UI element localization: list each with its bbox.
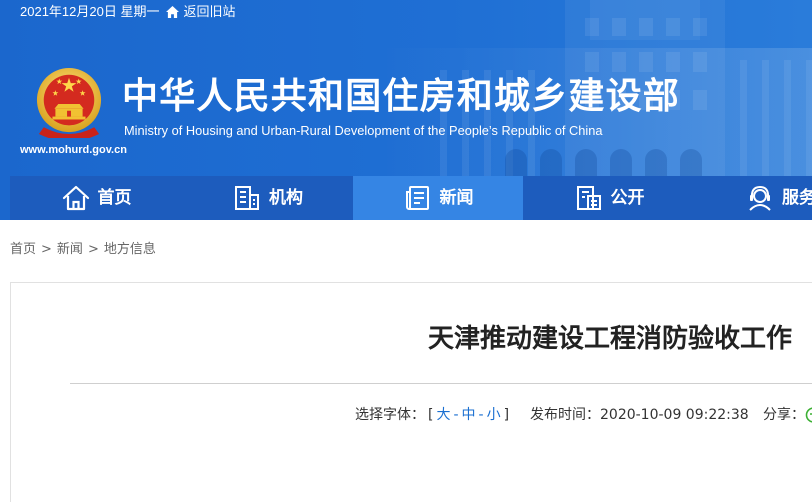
font-size-small[interactable]: 小 [487,406,501,424]
nav-item-organization[interactable]: 机构 [182,176,353,220]
site-url: www.mohurd.gov.cn [20,144,127,156]
breadcrumb-separator: > [41,242,52,257]
home-icon [62,185,89,211]
font-size-large[interactable]: 大 [436,406,450,424]
breadcrumb-item-local-info[interactable]: 地方信息 [104,242,156,258]
share-label: 分享： [763,407,805,423]
font-size-label: 选择字体： [355,407,425,423]
nav-item-disclosure[interactable]: 公开 [523,176,695,220]
breadcrumb-item-home[interactable]: 首页 [10,242,36,258]
old-site-label: 返回旧站 [183,4,236,19]
logo-link[interactable] [35,66,103,138]
wechat-share-button[interactable] [805,407,812,423]
share-bar: 分享： [763,406,812,424]
building-icon [235,186,259,210]
breadcrumb-separator: > [87,242,99,257]
font-size-medium[interactable]: 中 [462,406,476,424]
article-panel: 天津推动建设工程消防验收工作 选择字体： [ 大 - 中 - 小 ] 发布时间：… [10,282,812,502]
news-document-icon [405,186,429,210]
national-emblem-icon [36,68,102,138]
wechat-icon [805,407,812,423]
nav-item-label: 首页 [97,188,132,208]
main-nav: 首页 机构 新闻 公开 服务 [10,176,812,220]
publish-info: 发布时间： 2020-10-09 09:22:38 [530,406,749,424]
bracket-close: ] [503,407,510,423]
breadcrumb-item-news[interactable]: 新闻 [57,242,83,258]
nav-item-label: 新闻 [439,188,474,208]
publish-label: 发布时间： [530,407,600,423]
breadcrumb: 首页 > 新闻 > 地方信息 [10,242,156,258]
nav-item-label: 公开 [610,188,645,208]
service-headset-icon [749,185,771,211]
nav-item-home[interactable]: 首页 [10,176,182,220]
nav-item-news[interactable]: 新闻 [353,176,523,220]
font-size-separator: - [453,407,459,423]
site-title: 中华人民共和国住房和城乡建设部 [122,76,681,117]
bracket-open: [ [428,407,434,423]
nav-item-service[interactable]: 服务 [695,176,812,220]
font-size-selector: 选择字体： [ 大 - 中 - 小 ] [355,406,509,424]
publish-time: 2020-10-09 09:22:38 [600,407,749,423]
font-size-separator: - [478,407,484,423]
old-site-link[interactable]: 返回旧站 [166,3,235,21]
top-bar: 2021年12月20日 星期一 返回旧站 [20,3,235,21]
nav-item-label: 服务 [782,188,812,208]
site-subtitle-english: Ministry of Housing and Urban-Rural Deve… [124,123,603,138]
disclosure-icon [576,186,601,210]
current-date: 2021年12月20日 星期一 [20,4,160,19]
article-title: 天津推动建设工程消防验收工作 [428,324,793,354]
home-icon [166,6,180,18]
nav-item-label: 机构 [269,188,303,208]
title-divider [70,383,812,384]
